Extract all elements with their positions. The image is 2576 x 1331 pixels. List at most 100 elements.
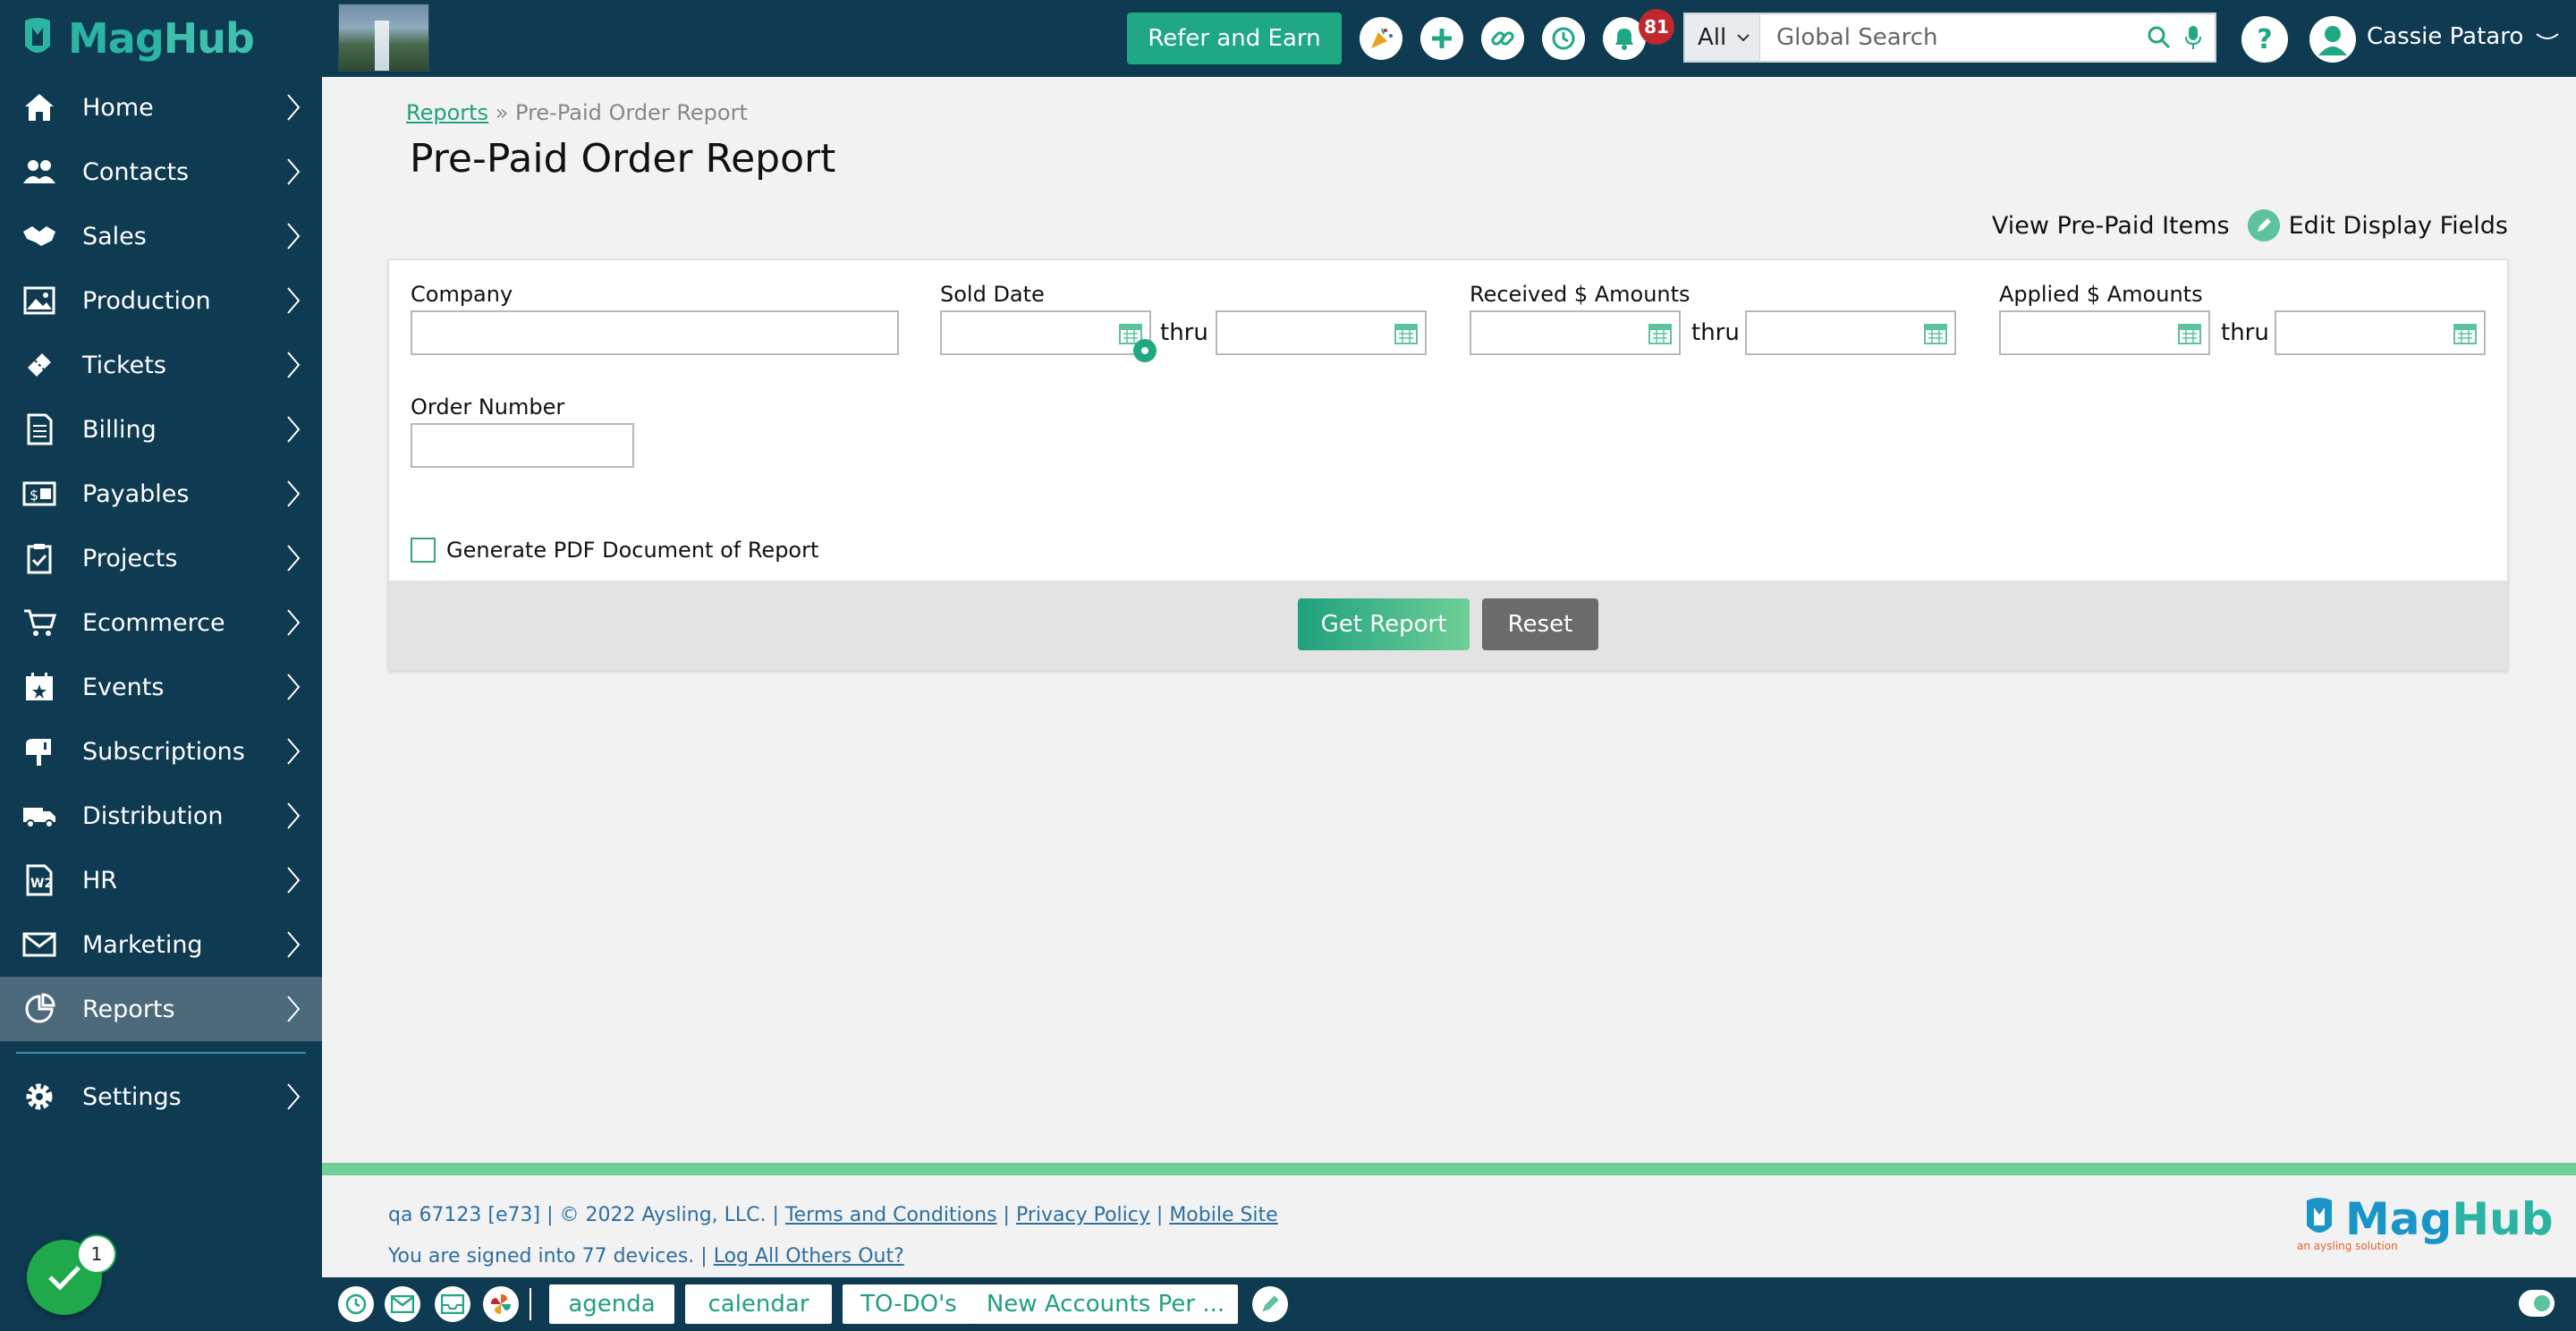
notification-count-badge: 81 xyxy=(1639,9,1674,45)
clock-icon[interactable] xyxy=(338,1286,374,1322)
footer-legal-line: qa 67123 [e73] | © 2022 Aysling, LLC. | … xyxy=(388,1204,1278,1226)
sidebar-item-subscriptions[interactable]: Subscriptions xyxy=(0,719,322,784)
sidebar-item-tickets[interactable]: Tickets xyxy=(0,333,322,397)
report-actions: View Pre-Paid Items Edit Display Fields xyxy=(1992,209,2508,242)
footer-maghub-logo: MagHub an aysling solution xyxy=(2297,1193,2554,1252)
sidebar-item-projects[interactable]: Projects xyxy=(0,526,322,590)
sidebar-item-events[interactable]: Events xyxy=(0,655,322,719)
tab-calendar[interactable]: calendar xyxy=(685,1284,832,1324)
main-content: Reports » Pre-Paid Order Report Pre-Paid… xyxy=(322,77,2576,1163)
gear-icon xyxy=(21,1079,57,1115)
sidebar-divider xyxy=(16,1052,306,1054)
toolbar-separator xyxy=(530,1288,531,1320)
sidebar-item-sales[interactable]: Sales xyxy=(0,204,322,268)
calendar-icon[interactable] xyxy=(2178,321,2201,344)
maghub-logo-icon xyxy=(2307,1198,2332,1233)
order-number-input[interactable] xyxy=(411,423,634,468)
get-report-button[interactable]: Get Report xyxy=(1298,598,1470,650)
calendar-icon[interactable] xyxy=(1394,321,1418,344)
tab-new-accounts[interactable]: New Accounts Per ... xyxy=(973,1284,1238,1324)
inbox-icon[interactable] xyxy=(435,1286,470,1322)
chevron-right-icon xyxy=(287,609,301,636)
chevron-down-icon[interactable] xyxy=(2535,30,2560,45)
panel-footer: Get Report Reset xyxy=(389,581,2507,670)
svg-text:W2: W2 xyxy=(30,877,53,891)
home-icon xyxy=(21,89,57,125)
cart-icon xyxy=(21,605,57,640)
microphone-icon[interactable] xyxy=(2184,24,2202,51)
chevron-right-icon xyxy=(287,931,301,958)
sidebar-item-distribution[interactable]: Distribution xyxy=(0,784,322,848)
calendar-star-icon xyxy=(21,669,57,705)
pencil-icon[interactable] xyxy=(2247,209,2280,242)
email-icon[interactable] xyxy=(385,1286,420,1322)
search-icon[interactable] xyxy=(2147,25,2172,50)
reports-icon xyxy=(21,991,57,1027)
sidebar-item-reports[interactable]: Reports xyxy=(0,977,322,1041)
chevron-right-icon xyxy=(287,545,301,572)
history-icon[interactable] xyxy=(1542,17,1585,60)
top-bar: Refer and Earn 81 All ? Cassie Pataro xyxy=(322,0,2576,77)
user-name[interactable]: Cassie Pataro xyxy=(2367,23,2523,50)
generate-pdf-checkbox[interactable] xyxy=(411,538,436,563)
mobile-site-link[interactable]: Mobile Site xyxy=(1169,1204,1277,1226)
sidebar-item-billing[interactable]: Billing xyxy=(0,397,322,462)
envelope-icon xyxy=(21,927,57,962)
invoice-icon xyxy=(21,411,57,447)
company-input[interactable] xyxy=(411,310,899,355)
image-icon xyxy=(21,283,57,318)
sold-date-thru-label: thru xyxy=(1160,319,1208,346)
chevron-right-icon xyxy=(287,996,301,1022)
chevron-right-icon xyxy=(287,802,301,829)
sidebar-item-ecommerce[interactable]: Ecommerce xyxy=(0,590,322,655)
refer-and-earn-button[interactable]: Refer and Earn xyxy=(1127,13,1342,64)
global-search-input[interactable] xyxy=(1760,14,2147,61)
sidebar-item-settings[interactable]: Settings xyxy=(0,1064,322,1129)
terms-link[interactable]: Terms and Conditions xyxy=(785,1204,997,1226)
tab-to-dos[interactable]: TO-DO's xyxy=(843,1284,975,1324)
privacy-link[interactable]: Privacy Policy xyxy=(1016,1204,1150,1226)
reset-button[interactable]: Reset xyxy=(1482,598,1598,650)
add-icon[interactable] xyxy=(1420,17,1463,60)
avatar[interactable] xyxy=(2309,16,2356,63)
mailbox-icon xyxy=(21,733,57,769)
task-count-badge: 1 xyxy=(77,1234,116,1274)
contacts-icon xyxy=(21,154,57,190)
footer-devices-line: You are signed into 77 devices. | Log Al… xyxy=(388,1245,904,1267)
pinwheel-icon[interactable] xyxy=(483,1286,519,1322)
logo-text: MagHub xyxy=(68,14,255,63)
search-scope-select[interactable]: All xyxy=(1685,14,1760,61)
ticket-icon xyxy=(21,347,57,383)
maghub-logo-icon xyxy=(25,18,50,53)
tab-agenda[interactable]: agenda xyxy=(549,1284,674,1324)
applied-amounts-label: Applied $ Amounts xyxy=(1999,282,2203,307)
handshake-icon xyxy=(21,218,57,254)
chevron-right-icon xyxy=(287,738,301,765)
edit-tabs-icon[interactable] xyxy=(1252,1286,1288,1322)
calendar-icon[interactable] xyxy=(1924,321,1947,344)
generate-pdf-label[interactable]: Generate PDF Document of Report xyxy=(446,538,818,563)
sidebar-item-hr[interactable]: W2 HR xyxy=(0,848,322,912)
breadcrumb-reports-link[interactable]: Reports xyxy=(406,100,488,125)
maghub-logo[interactable]: MagHub xyxy=(20,7,255,70)
log-out-others-link[interactable]: Log All Others Out? xyxy=(714,1245,904,1267)
truck-icon xyxy=(21,798,57,834)
toggle-switch[interactable] xyxy=(2519,1290,2555,1317)
calendar-icon[interactable] xyxy=(1648,321,1672,344)
sidebar-item-production[interactable]: Production xyxy=(0,268,322,333)
chevron-right-icon xyxy=(287,94,301,121)
calendar-icon[interactable] xyxy=(2453,321,2477,344)
link-icon[interactable] xyxy=(1481,17,1524,60)
view-pre-paid-items-link[interactable]: View Pre-Paid Items xyxy=(1992,212,2230,240)
sidebar-item-payables[interactable]: $ Payables xyxy=(0,462,322,526)
sidebar-item-marketing[interactable]: Marketing xyxy=(0,912,322,977)
sidebar-item-home[interactable]: Home xyxy=(0,75,322,140)
edit-display-fields-link[interactable]: Edit Display Fields xyxy=(2289,212,2508,240)
party-popper-icon[interactable] xyxy=(1360,17,1402,60)
w2-icon: W2 xyxy=(21,862,57,898)
company-label: Company xyxy=(411,282,513,307)
header-thumbnail-image[interactable] xyxy=(338,4,429,72)
help-icon[interactable]: ? xyxy=(2241,16,2288,63)
applied-thru-label: thru xyxy=(2221,319,2269,346)
sidebar-item-contacts[interactable]: Contacts xyxy=(0,140,322,204)
